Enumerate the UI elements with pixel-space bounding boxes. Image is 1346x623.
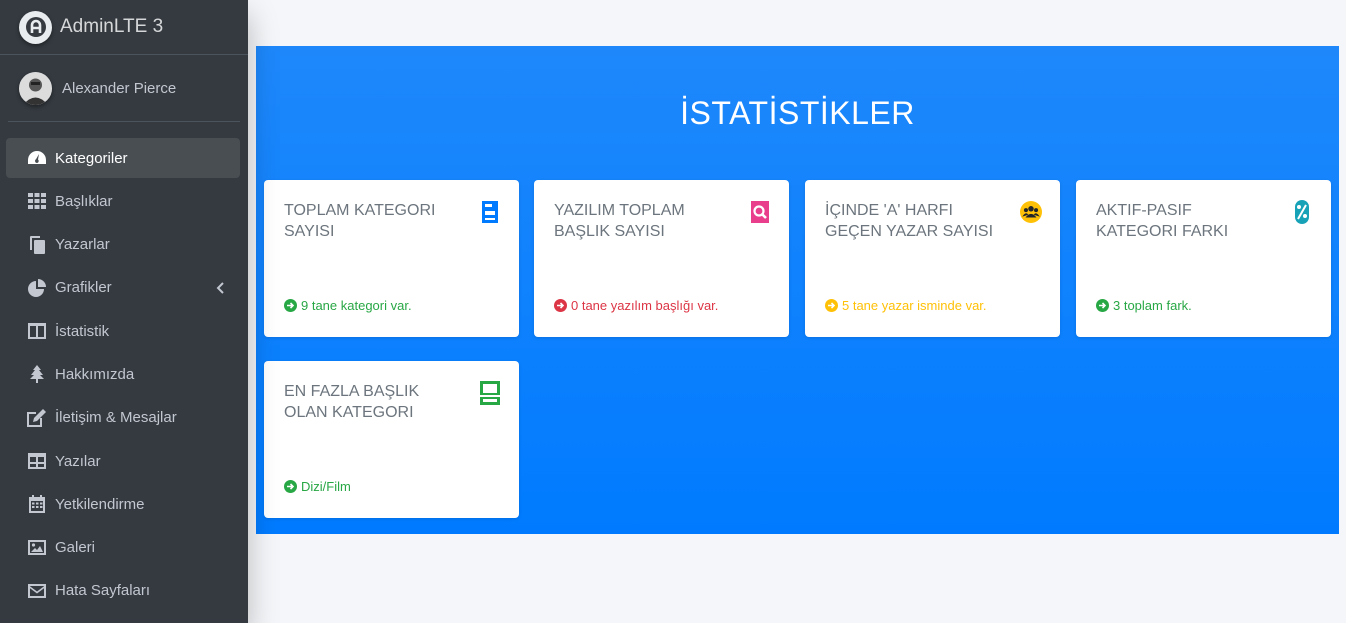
- card-footer[interactable]: 5 tane yazar isminde var.: [825, 298, 987, 313]
- user-name: Alexander Pierce: [62, 79, 177, 97]
- edit-icon: [26, 408, 47, 427]
- card-footer-text: 0 tane yazılım başlığı var.: [571, 298, 719, 313]
- sidebar-item-label: Yazarlar: [55, 236, 110, 254]
- card-footer-text: Dizi/Film: [301, 479, 351, 494]
- sidebar-item-istatistik[interactable]: İstatistik: [6, 311, 240, 351]
- card-footer[interactable]: Dizi/Film: [284, 479, 351, 494]
- grid-icon: [26, 192, 47, 210]
- arrow-right-circle-icon: [554, 299, 567, 312]
- image-icon: [26, 539, 47, 557]
- sidebar-item-galeri[interactable]: Galeri: [6, 528, 240, 568]
- sidebar-item-hata-sayfalari[interactable]: Hata Sayfaları: [6, 571, 240, 611]
- stat-card-category-count: TOPLAM KATEGORI SAYISI 9 tane kategori v…: [264, 180, 519, 337]
- calendar-icon: [26, 495, 47, 514]
- search-icon: [749, 200, 771, 224]
- page-title: İSTATİSTİKLER: [680, 95, 915, 131]
- card-title: YAZILIM TOPLAM BAŞLIK SAYISI: [554, 202, 685, 240]
- card-title: İÇINDE 'A' HARFI GEÇEN YAZAR SAYISI: [825, 202, 994, 240]
- percent-icon: [1291, 200, 1313, 224]
- sidebar-nav: Kategoriler Başlıklar Yazarlar Grafikler: [0, 122, 248, 611]
- arrow-right-circle-icon: [284, 480, 297, 493]
- card-title: AKTIF-PASIF KATEGORI FARKI: [1096, 202, 1229, 240]
- sidebar-item-label: Kategoriler: [55, 149, 128, 167]
- avatar: [19, 71, 52, 105]
- arrow-right-circle-icon: [1096, 299, 1109, 312]
- brand-logo-icon: [19, 10, 52, 44]
- sidebar-item-label: Hakkımızda: [55, 365, 135, 383]
- tachometer-icon: [26, 149, 47, 167]
- sidebar-item-label: Yetkilendirme: [55, 495, 145, 513]
- card-footer-text: 9 tane kategori var.: [301, 298, 412, 313]
- sidebar-item-yetkilendirme[interactable]: Yetkilendirme: [6, 484, 240, 524]
- sidebar-item-label: Hata Sayfaları: [55, 582, 151, 600]
- table-icon: [26, 452, 47, 470]
- arrow-right-circle-icon: [825, 299, 838, 312]
- brand-text: AdminLTE 3: [60, 16, 164, 37]
- stat-card-active-passive-diff: AKTIF-PASIF KATEGORI FARKI 3 toplam fark…: [1076, 180, 1331, 337]
- sidebar: AdminLTE 3 Alexander Pierce Kategoriler …: [0, 0, 248, 623]
- users-icon: [1020, 200, 1042, 224]
- tree-icon: [26, 365, 47, 384]
- pie-chart-icon: [26, 278, 47, 297]
- stat-card-author-a-count: İÇINDE 'A' HARFI GEÇEN YAZAR SAYISI 5 ta…: [805, 180, 1060, 337]
- stat-card-software-titles: YAZILIM TOPLAM BAŞLIK SAYISI 0 tane yazı…: [534, 180, 789, 337]
- arrow-right-circle-icon: [284, 299, 297, 312]
- sidebar-item-yazilar[interactable]: Yazılar: [6, 441, 240, 481]
- card-title: TOPLAM KATEGORI SAYISI: [284, 202, 436, 240]
- sidebar-item-grafikler[interactable]: Grafikler: [6, 268, 240, 308]
- envelope-icon: [26, 582, 47, 600]
- card-footer-text: 5 tane yazar isminde var.: [842, 298, 987, 313]
- statistics-panel: İSTATİSTİKLER TOPLAM KATEGORI SAYISI 9 t…: [256, 46, 1339, 534]
- sidebar-item-label: Grafikler: [55, 279, 112, 297]
- stat-card-top-category: EN FAZLA BAŞLIK OLAN KATEGORI Dizi/Film: [264, 361, 519, 518]
- card-footer[interactable]: 3 toplam fark.: [1096, 298, 1192, 313]
- chevron-left-icon[interactable]: [216, 281, 224, 298]
- sidebar-item-label: Galeri: [55, 539, 96, 557]
- card-title: EN FAZLA BAŞLIK OLAN KATEGORI: [284, 383, 420, 421]
- sidebar-item-iletisim[interactable]: İletişim & Mesajlar: [6, 398, 240, 438]
- columns-icon: [26, 322, 47, 340]
- sidebar-item-label: Yazılar: [55, 452, 101, 470]
- sidebar-item-yazarlar[interactable]: Yazarlar: [6, 225, 240, 265]
- hdd-icon: [479, 381, 501, 405]
- sidebar-item-basliklar[interactable]: Başlıklar: [6, 181, 240, 221]
- sidebar-item-label: Başlıklar: [55, 192, 113, 210]
- sidebar-item-hakkimizda[interactable]: Hakkımızda: [6, 354, 240, 394]
- sidebar-item-label: İstatistik: [55, 322, 110, 340]
- card-footer-text: 3 toplam fark.: [1113, 298, 1192, 313]
- brand-link[interactable]: AdminLTE 3: [0, 0, 248, 55]
- card-footer[interactable]: 9 tane kategori var.: [284, 298, 412, 313]
- card-footer[interactable]: 0 tane yazılım başlığı var.: [554, 298, 718, 313]
- copy-icon: [26, 235, 47, 254]
- sidebar-item-label: İletişim & Mesajlar: [55, 409, 177, 427]
- user-panel[interactable]: Alexander Pierce: [8, 55, 240, 122]
- sidebar-item-kategoriler[interactable]: Kategoriler: [6, 138, 240, 178]
- server-icon: [479, 200, 501, 224]
